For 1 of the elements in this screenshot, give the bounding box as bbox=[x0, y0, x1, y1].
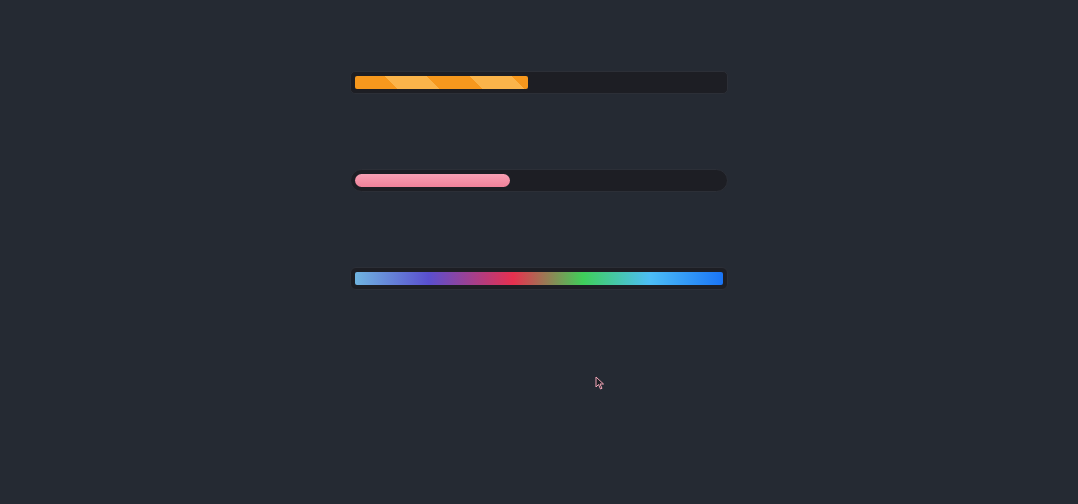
mouse-pointer-icon bbox=[595, 376, 605, 390]
